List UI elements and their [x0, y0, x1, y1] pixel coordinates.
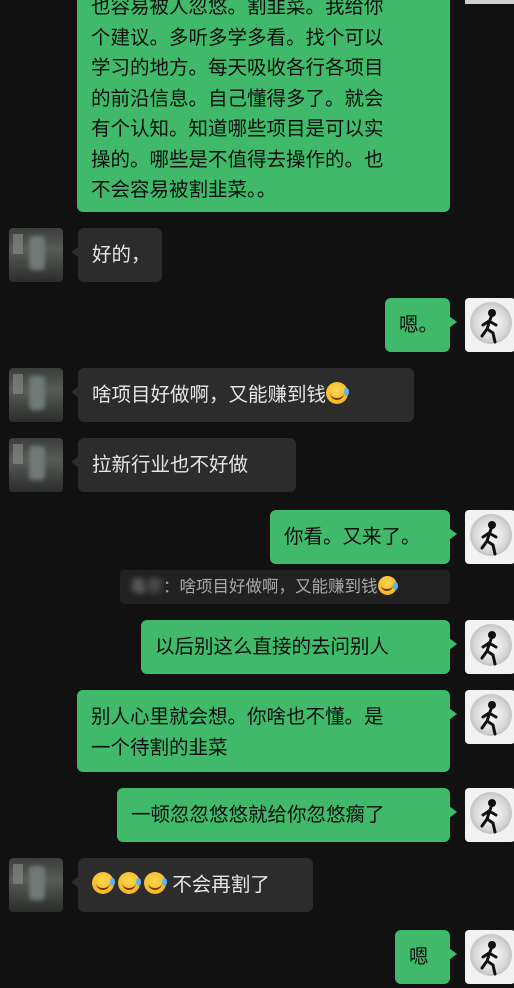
runner-silhouette-icon [480, 309, 498, 344]
runner-silhouette-icon [480, 631, 498, 666]
message-line: 一个待割的韭菜 [91, 736, 228, 759]
message-bubble-received[interactable]: 好的， [71, 228, 162, 282]
message-bubble-sent[interactable]: 别人心里就会想。你啥也不懂。是 一个待割的韭菜 [77, 690, 457, 772]
face-with-tears-of-joy-icon [326, 382, 350, 404]
avatar[interactable] [465, 690, 514, 744]
message-text: 你看。又来了。 [284, 525, 421, 548]
message-text: 不会再割了 [172, 873, 270, 896]
avatar[interactable] [465, 0, 514, 4]
avatar[interactable] [9, 438, 63, 492]
message-bubble-received[interactable]: 啥项目好做啊，又能赚到钱 [71, 368, 414, 422]
quoted-message[interactable]: 毒宗：啥项目好做啊，又能赚到钱 [120, 570, 450, 604]
message-text: 好的， [92, 243, 151, 266]
runner-silhouette-icon [480, 799, 498, 834]
message-line: 操的。哪些是不值得去操作的。也 [91, 147, 384, 171]
avatar[interactable] [465, 298, 514, 352]
message-text: 嗯 [409, 945, 429, 968]
message-bubble-sent[interactable]: 嗯 [395, 930, 457, 984]
message-line: 个建议。多听多学多看。找个可以 [91, 25, 384, 49]
runner-silhouette-icon [480, 941, 498, 976]
message-bubble-sent[interactable]: 也容易被人忽悠。割韭菜。我给你 个建议。多听多学多看。找个可以 学习的地方。每天… [77, 0, 450, 212]
runner-silhouette-icon [480, 701, 498, 736]
message-text: 以后别这么直接的去问别人 [155, 635, 390, 658]
avatar[interactable] [465, 788, 514, 842]
face-with-tears-of-joy-icon [118, 872, 141, 894]
message-text: 拉新行业也不好做 [92, 453, 249, 476]
message-bubble-sent[interactable]: 你看。又来了。 [270, 510, 457, 564]
runner-silhouette-icon [480, 521, 498, 556]
face-with-tears-of-joy-icon [92, 872, 115, 894]
message-line: 的前沿信息。自己懂得多了。就会 [91, 86, 384, 110]
message-line: 别人心里就会想。你啥也不懂。是 [91, 705, 384, 728]
avatar[interactable] [465, 510, 514, 564]
avatar[interactable] [465, 620, 514, 674]
avatar[interactable] [9, 368, 63, 422]
quote-text: 啥项目好做啊，又能赚到钱 [179, 577, 378, 596]
message-line: 有个认知。知道哪些项目是可以实 [91, 117, 384, 140]
message-bubble-received[interactable]: 拉新行业也不好做 [71, 438, 296, 492]
message-text: 一顿忽忽悠悠就给你忽悠瘸了 [131, 803, 385, 826]
avatar[interactable] [9, 858, 63, 912]
message-bubble-received[interactable]: 不会再割了 [71, 858, 313, 912]
avatar[interactable] [465, 930, 514, 984]
message-bubble-sent[interactable]: 一顿忽忽悠悠就给你忽悠瘸了 [117, 788, 457, 842]
message-line: 学习的地方。每天吸收各行各项目 [91, 56, 384, 79]
message-line: 也容易被人忽悠。割韭菜。我给你 [91, 0, 384, 18]
face-with-tears-of-joy-icon [144, 872, 167, 894]
message-line: 不会容易被割韭菜。。 [91, 178, 277, 201]
message-bubble-sent[interactable]: 嗯。 [385, 298, 457, 352]
message-text: 嗯。 [399, 313, 439, 336]
message-bubble-sent[interactable]: 以后别这么直接的去问别人 [141, 620, 457, 674]
avatar[interactable] [9, 228, 63, 282]
quote-sender-name: 毒宗 [130, 577, 163, 596]
message-text: 啥项目好做啊，又能赚到钱 [92, 383, 327, 406]
face-with-tears-of-joy-icon [377, 576, 398, 595]
